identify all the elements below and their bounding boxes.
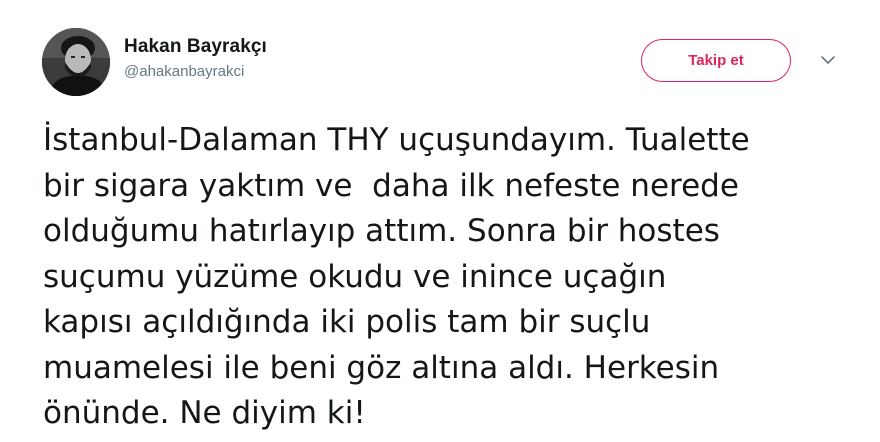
tweet-text-line: önünde. Ne diyim ki! xyxy=(43,395,366,431)
tweet-text: İstanbul-Dalaman THY uçuşundayım. Tualet… xyxy=(43,118,873,437)
tweet-text-line: olduğumu hatırlayıp attım. Sonra bir hos… xyxy=(43,213,720,249)
follow-button[interactable]: Takip et xyxy=(641,39,791,82)
tweet-text-line: suçumu yüzüme okudu ve inince uçağın xyxy=(43,258,667,295)
avatar[interactable] xyxy=(42,28,110,96)
tweet-text-line: bir sigara yaktım ve daha ilk nefeste ne… xyxy=(43,167,739,204)
tweet-card: Hakan Bayrakçı @ahakanbayrakci Takip et … xyxy=(0,0,880,442)
tweet-text-line: kapısı açıldığında iki polis tam bir suç… xyxy=(43,304,651,340)
user-display-name[interactable]: Hakan Bayrakçı xyxy=(124,35,267,59)
tweet-text-line: İstanbul-Dalaman THY uçuşundayım. Tualet… xyxy=(43,122,750,158)
user-handle[interactable]: @ahakanbayrakci xyxy=(124,62,267,82)
avatar-image xyxy=(42,28,110,96)
user-info: Hakan Bayrakçı @ahakanbayrakci xyxy=(124,35,267,82)
tweet-text-line: muamelesi ile beni göz altına aldı. Herk… xyxy=(43,349,720,386)
chevron-down-icon[interactable] xyxy=(818,52,838,68)
